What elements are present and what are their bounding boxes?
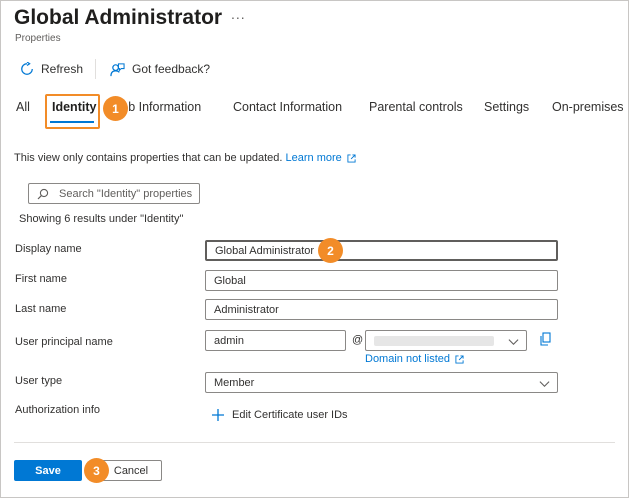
- footer-divider: [14, 442, 615, 443]
- upn-at-sign: @: [352, 334, 364, 346]
- more-options-button[interactable]: ...: [231, 6, 246, 22]
- cancel-button[interactable]: Cancel: [100, 460, 162, 481]
- edit-certificate-user-ids-button[interactable]: Edit Certificate user IDs: [212, 409, 348, 421]
- learn-more-link[interactable]: Learn more: [286, 152, 342, 164]
- callout-2: 2: [318, 238, 343, 263]
- tab-settings[interactable]: Settings: [484, 100, 529, 114]
- authorization-info-label: Authorization info: [15, 404, 100, 416]
- display-name-label: Display name: [15, 243, 82, 255]
- tab-parental-controls[interactable]: Parental controls: [369, 100, 463, 114]
- callout-1: 1: [103, 96, 128, 121]
- domain-value-redacted: [374, 336, 494, 346]
- user-type-label: User type: [15, 375, 63, 387]
- info-message: This view only contains properties that …: [14, 152, 283, 164]
- user-type-value: Member: [214, 376, 255, 389]
- page-subtitle: Properties: [15, 33, 61, 44]
- tab-on-premises[interactable]: On-premises: [552, 100, 624, 114]
- external-link-icon: [455, 355, 464, 364]
- upn-username-field[interactable]: [205, 330, 346, 351]
- external-link-icon: [347, 154, 356, 163]
- search-input[interactable]: [59, 187, 199, 200]
- save-button[interactable]: Save: [14, 460, 82, 481]
- last-name-input[interactable]: [214, 303, 557, 316]
- refresh-icon: [21, 62, 33, 75]
- callout-3: 3: [84, 458, 109, 483]
- first-name-field[interactable]: [205, 270, 558, 291]
- first-name-label: First name: [15, 273, 67, 285]
- feedback-icon: [110, 62, 125, 76]
- chevron-down-icon: [508, 339, 519, 346]
- feedback-button[interactable]: Got feedback?: [110, 60, 210, 78]
- domain-not-listed-link[interactable]: Domain not listed: [365, 353, 450, 365]
- first-name-input[interactable]: [214, 274, 557, 287]
- toolbar-separator: [95, 59, 96, 79]
- search-box[interactable]: [28, 183, 200, 204]
- domain-select[interactable]: [365, 330, 527, 351]
- display-name-input[interactable]: [215, 244, 556, 257]
- edit-certificate-label: Edit Certificate user IDs: [232, 409, 348, 421]
- copy-icon[interactable]: [539, 332, 552, 346]
- identity-tab-highlight: [45, 94, 100, 129]
- tab-all[interactable]: All: [16, 100, 30, 114]
- plus-icon: [212, 409, 224, 421]
- domain-not-listed-link-wrapper: Domain not listed: [365, 353, 464, 365]
- user-type-select[interactable]: Member: [205, 372, 558, 393]
- last-name-label: Last name: [15, 303, 67, 315]
- page-title: Global Administrator: [14, 6, 223, 29]
- feedback-label: Got feedback?: [132, 62, 211, 76]
- display-name-field[interactable]: [205, 240, 558, 261]
- last-name-field[interactable]: [205, 299, 558, 320]
- search-icon: [37, 188, 49, 199]
- refresh-button[interactable]: Refresh: [20, 60, 83, 78]
- refresh-label: Refresh: [41, 62, 84, 76]
- results-count: Showing 6 results under "Identity": [19, 213, 184, 225]
- upn-label: User principal name: [15, 336, 113, 348]
- upn-username-input[interactable]: [214, 334, 345, 347]
- tab-contact-information[interactable]: Contact Information: [233, 100, 342, 114]
- info-text: This view only contains properties that …: [14, 152, 356, 164]
- chevron-down-icon: [539, 381, 550, 388]
